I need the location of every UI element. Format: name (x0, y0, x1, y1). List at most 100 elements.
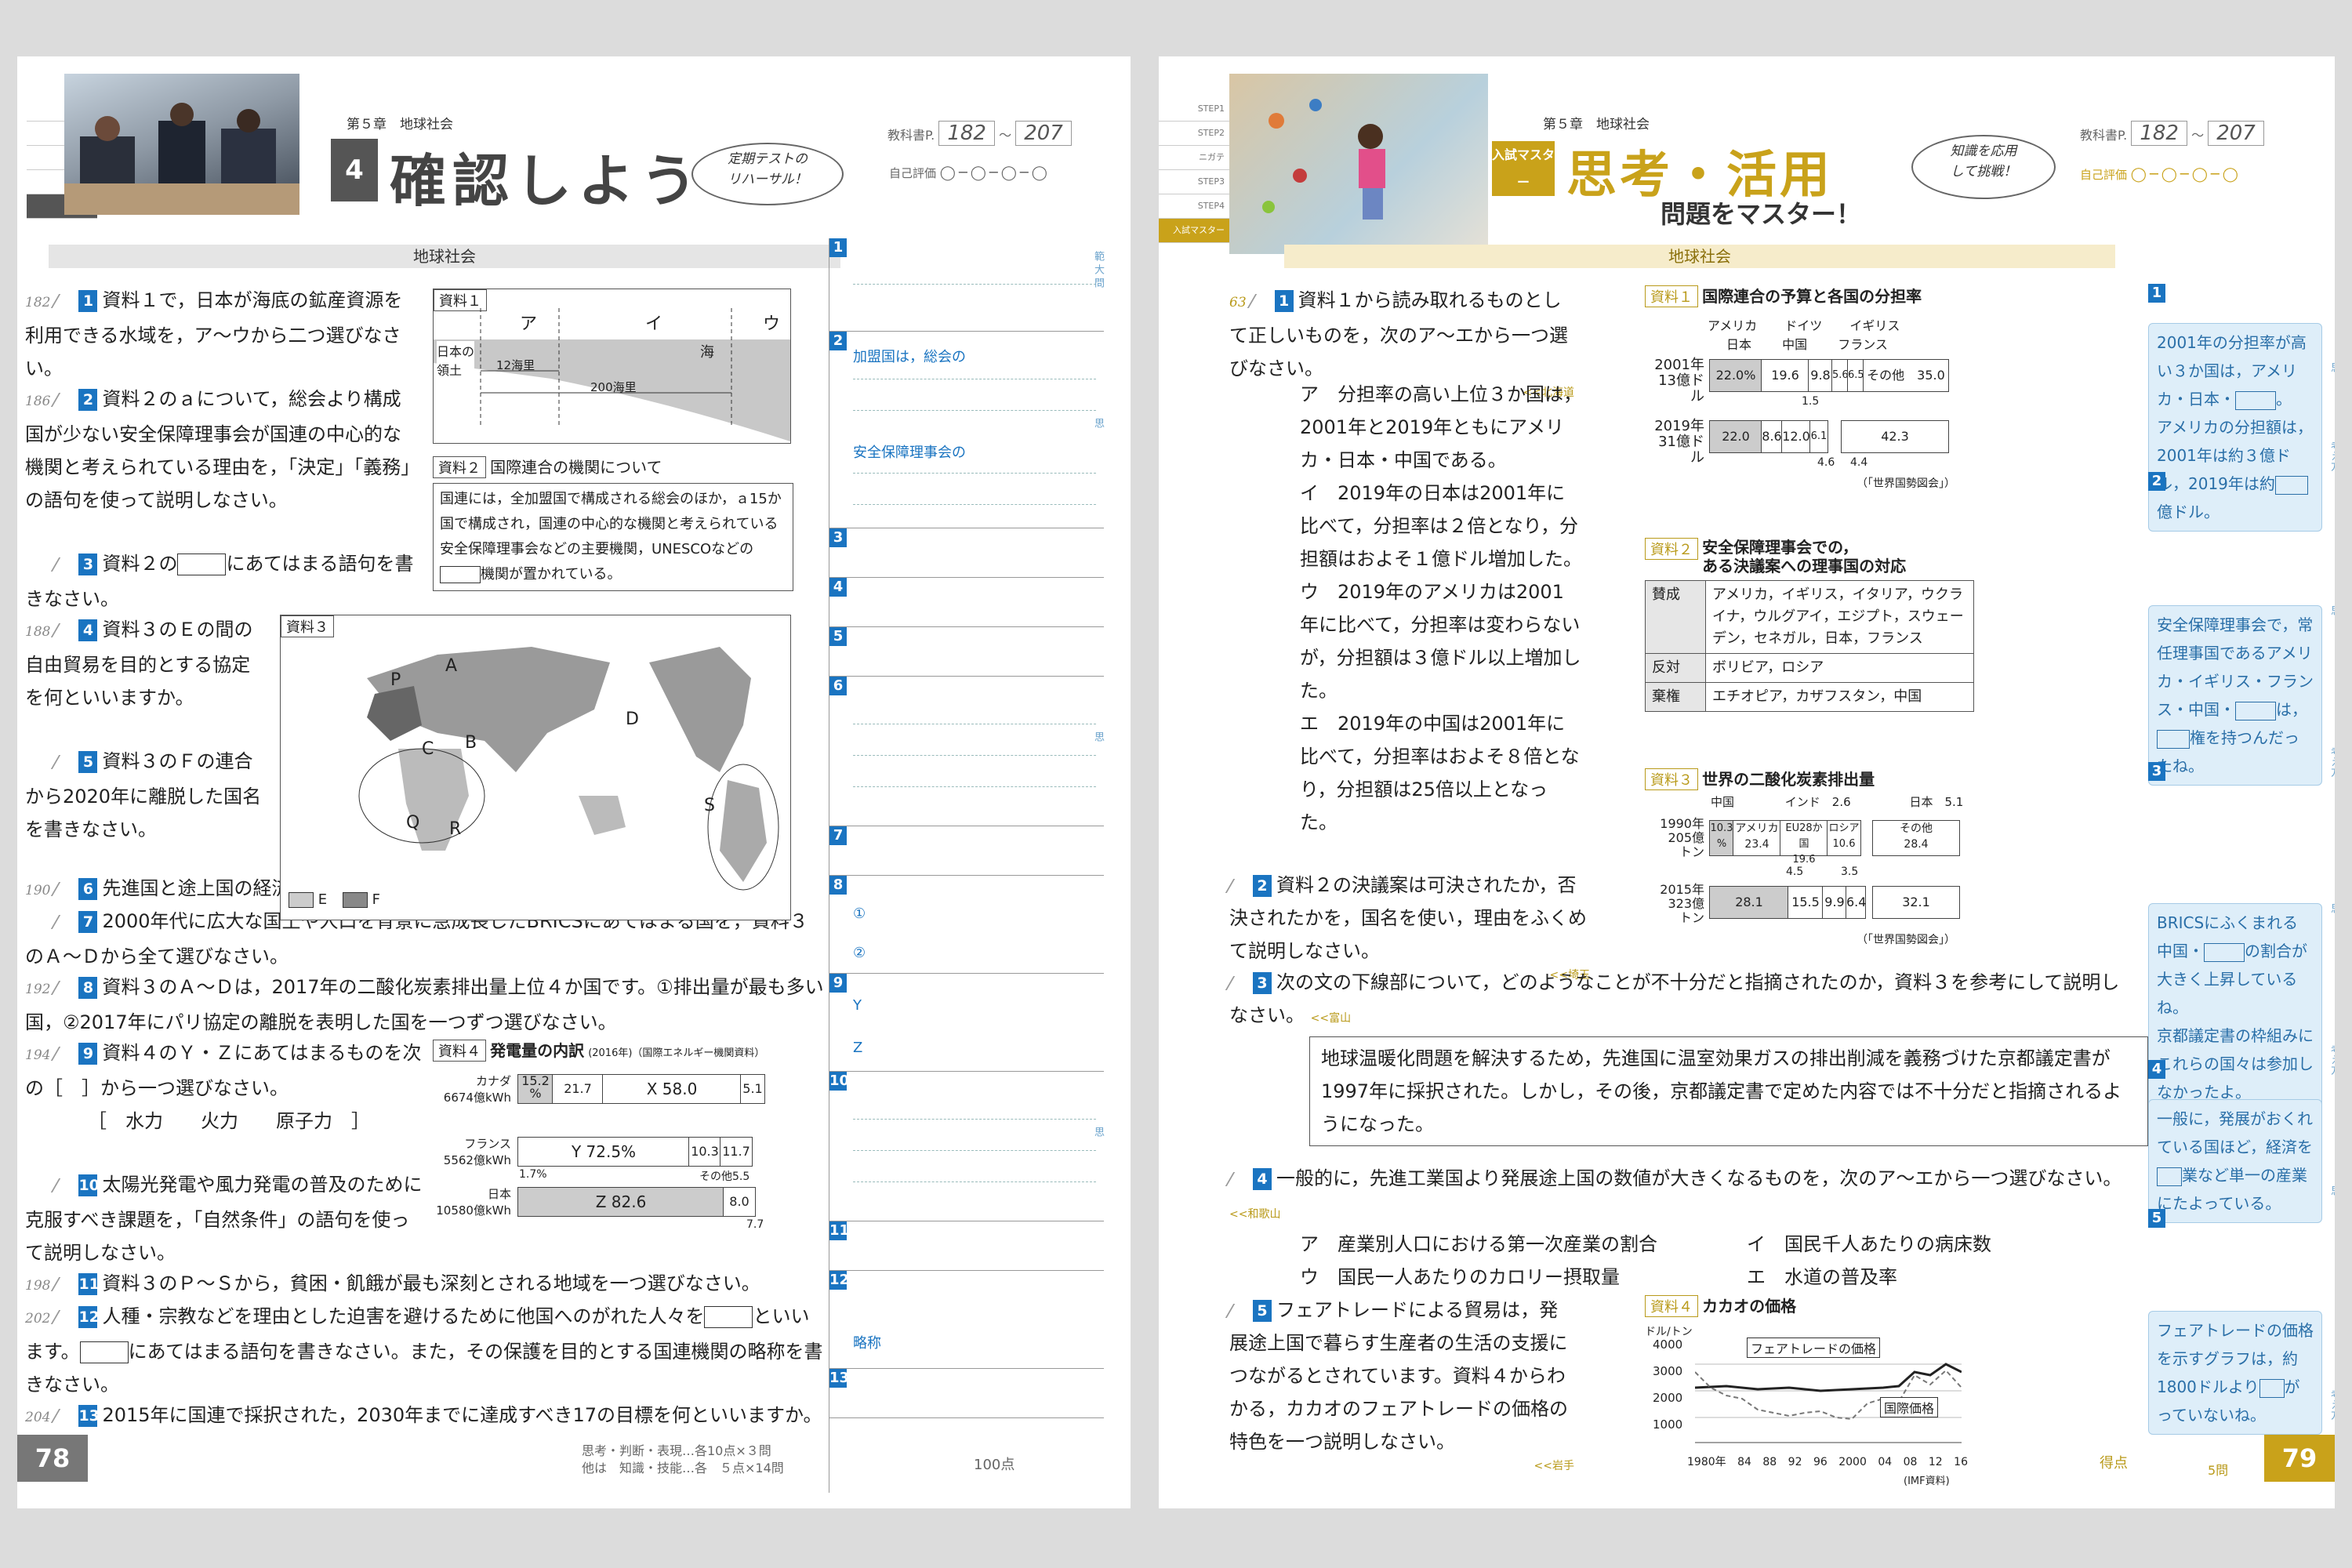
answer-row-3[interactable]: 3 (829, 528, 1104, 578)
answer-row-4[interactable]: 4 (829, 578, 1104, 627)
shiryo-source: (IMF資料) (1904, 1475, 1950, 1487)
option-i[interactable]: イ 国民千人あたりの病床数 (1747, 1233, 1991, 1255)
option-a[interactable]: ア 分担率の高い上位３か国は，2001年と2019年ともにアメリカ・日本・中国で… (1300, 378, 1582, 477)
step-nav-item[interactable]: ニガテ (1159, 146, 1229, 170)
question-number: 11 (78, 1273, 100, 1295)
answer-row-13[interactable]: 13 (829, 1369, 1104, 1418)
answer-number: 12 (829, 1271, 850, 1290)
question-number: 8 (78, 977, 98, 999)
check-icon[interactable] (51, 1310, 75, 1324)
textbook-ref: 194 (25, 1047, 51, 1063)
check-icon[interactable] (51, 1178, 75, 1192)
check-icon[interactable] (1225, 879, 1250, 893)
bar-segment: 19.6 (1761, 359, 1809, 392)
check-icon[interactable] (1247, 294, 1271, 308)
y-tick: 1000 (1653, 1417, 1683, 1432)
answer-option: ① (853, 906, 866, 922)
question-text: フェアトレードによる貿易は，発展途上国で暮らす生産者の生活の支援につながるとされ… (1229, 1299, 1568, 1453)
bar-note: 7.7 (746, 1218, 764, 1231)
step-nav-item[interactable]: STEP4 (1159, 194, 1229, 219)
answer-row-2[interactable]: 2 加盟国は，総会の 安全保障理事会の 思 (829, 332, 1104, 528)
check-icon[interactable] (1225, 1172, 1250, 1186)
answer-row-5[interactable]: 5 フェアトレードの価格を示すグラフは，約1800ドルより がっていないね。 (2148, 1209, 2328, 1435)
textbook-ref: 190 (25, 883, 51, 898)
check-icon[interactable] (51, 393, 75, 407)
answer-row-1[interactable]: 1 範 大 問 (829, 238, 1104, 332)
map-label-a: A (445, 656, 458, 676)
answer-hint: 略称 (853, 1335, 881, 1352)
answer-number: 4 (2148, 1060, 2165, 1079)
blank-box (440, 566, 481, 583)
answer-row-6[interactable]: 6思 (829, 677, 1104, 826)
textbook-label: 教科書P. (887, 128, 935, 143)
check-icon[interactable] (51, 557, 75, 572)
answer-number: 7 (829, 826, 847, 845)
answer-row-5[interactable]: 5 (829, 627, 1104, 677)
check-icon[interactable] (1225, 1304, 1250, 1318)
option-u[interactable]: ウ 2019年のアメリカは2001年に比べて，分担率は変わらないが，分担額は３億… (1300, 575, 1582, 707)
question-9: 194 9 資料４のＹ・Ｚにあてはまるものを次の［ ］から一つ選びなさい。 ［ 水力 … (25, 1036, 425, 1138)
step-nav-item[interactable]: STEP2 (1159, 122, 1229, 146)
answer-row-2[interactable]: 2 安全保障理事会で，常任理事国であるアメリカ・イギリス・フランス・中国・ は，権… (2148, 472, 2328, 786)
side-label: 思 (2328, 605, 2335, 615)
answer-row-9[interactable]: 9Y Z (829, 974, 1104, 1072)
shiryo-label: 資料４ (1645, 1295, 1698, 1317)
bar-note: その他5.5 (699, 1171, 750, 1183)
check-icon[interactable] (51, 981, 75, 995)
question-1: 182 1 資料１で，日本が海底の鉱産資源を利用できる水域を，ア～ウから二つ選びなさ… (25, 284, 417, 385)
check-icon[interactable] (51, 294, 75, 308)
answer-row-3[interactable]: 3 BRICSにふくまれる中国・ の割合が大きく上昇しているね。 京都議定書の枠組み… (2148, 762, 2328, 1112)
step-nav-item[interactable]: 入試マスター (1159, 219, 1229, 243)
blank-box (2204, 942, 2245, 962)
check-icon[interactable] (51, 1409, 75, 1423)
question-source: <<岩手 (1534, 1460, 1574, 1472)
self-eval-faces-icon[interactable]: ◯─◯─◯─◯ (2131, 166, 2241, 183)
step-nav-item[interactable]: STEP3 (1159, 170, 1229, 194)
legend-item: 中国 (1782, 337, 1808, 352)
bar-segment: 22.0 (1709, 420, 1762, 453)
check-icon[interactable] (51, 755, 75, 769)
check-icon[interactable] (1225, 976, 1250, 990)
bar-segment: 10.3 % (1709, 820, 1734, 856)
textbook-ref: 182 (25, 295, 51, 310)
answer-row-1[interactable]: 1 2001年の分担率が高い３か国は，アメリカ・日本・。 アメリカの分担額は，2… (2148, 284, 2328, 532)
answer-option: Z (853, 1040, 863, 1056)
left-page: STEP1 STEP2 ニガテ STEP3 4 第５章 地球社会 4 STEP … (17, 56, 1131, 1508)
answer-row-11[interactable]: 11 (829, 1221, 1104, 1271)
x-tick: 1980年 (1687, 1456, 1726, 1468)
option-e[interactable]: エ 2019年の中国は2001年に比べて，分担率はおよそ８倍となり，分担額は25… (1300, 707, 1582, 839)
option-i[interactable]: イ 2019年の日本は2001年に比べて，分担率は２倍となり，分担額はおよそ１億… (1300, 477, 1582, 575)
shiryo-2-text: 国連には，全加盟国で構成される総会のほか，ａ15か国で構成され，国連の中心的な機… (433, 483, 793, 591)
side-label: 思 (2328, 903, 2335, 913)
bar-label: カナダ 6674億kWh (443, 1074, 511, 1105)
bar-note: 4.6 (1817, 456, 1835, 469)
answer-number: 13 (829, 1369, 850, 1388)
answer-row-10[interactable]: 10 思 (829, 1072, 1104, 1221)
option-e[interactable]: エ 水道の普及率 (1747, 1266, 1897, 1288)
answer-row-7[interactable]: 7 (829, 826, 1104, 876)
option-a[interactable]: ア 産業別人口における第一次産業の割合 (1300, 1228, 1747, 1261)
self-eval: 自己評価 ◯─◯─◯─◯ (889, 165, 1051, 181)
question-5: 0005資料３のＦの連合から2020年に離脱した国名を書きなさい。 (25, 745, 268, 846)
check-icon[interactable] (51, 915, 75, 929)
answer-row-8[interactable]: 8① ② (829, 876, 1104, 974)
bar-segment: EU28か国 19.6 (1780, 820, 1828, 866)
hint-box: 一般に，発展がおくれている国ほど，経済を業など単一の産業にたよっている。 (2148, 1099, 2322, 1223)
climbing-photo (1229, 74, 1488, 254)
check-icon[interactable] (51, 882, 75, 896)
shiryo-label: 資料１ (1645, 285, 1698, 307)
check-icon[interactable] (51, 1277, 75, 1291)
answer-row-12[interactable]: 12 略称 (829, 1271, 1104, 1369)
step-nav-item[interactable]: STEP1 (1159, 97, 1229, 122)
bar-note: 4.5 (1786, 866, 1804, 878)
option-u[interactable]: ウ 国民一人あたりのカロリー摂取量 (1300, 1261, 1747, 1294)
shiryo-source: （「世界国勢図会」） (1857, 934, 1955, 946)
question-number: 13 (78, 1405, 100, 1427)
bar-segment: 12.0 (1781, 420, 1811, 453)
answer-row-4[interactable]: 4 一般に，発展がおくれている国ほど，経済を業など単一の産業にたよっている。 (2148, 1060, 2328, 1223)
self-eval-faces-icon[interactable]: ◯─◯─◯─◯ (940, 165, 1051, 181)
check-icon[interactable] (51, 623, 75, 637)
question-text: 一般的に，先進工業国より発展途上国の数値が大きくなるものを，次のア～エから一つ選… (1276, 1167, 2122, 1189)
check-icon[interactable] (51, 1047, 75, 1061)
bar-note: 1.5 (1802, 395, 1820, 408)
